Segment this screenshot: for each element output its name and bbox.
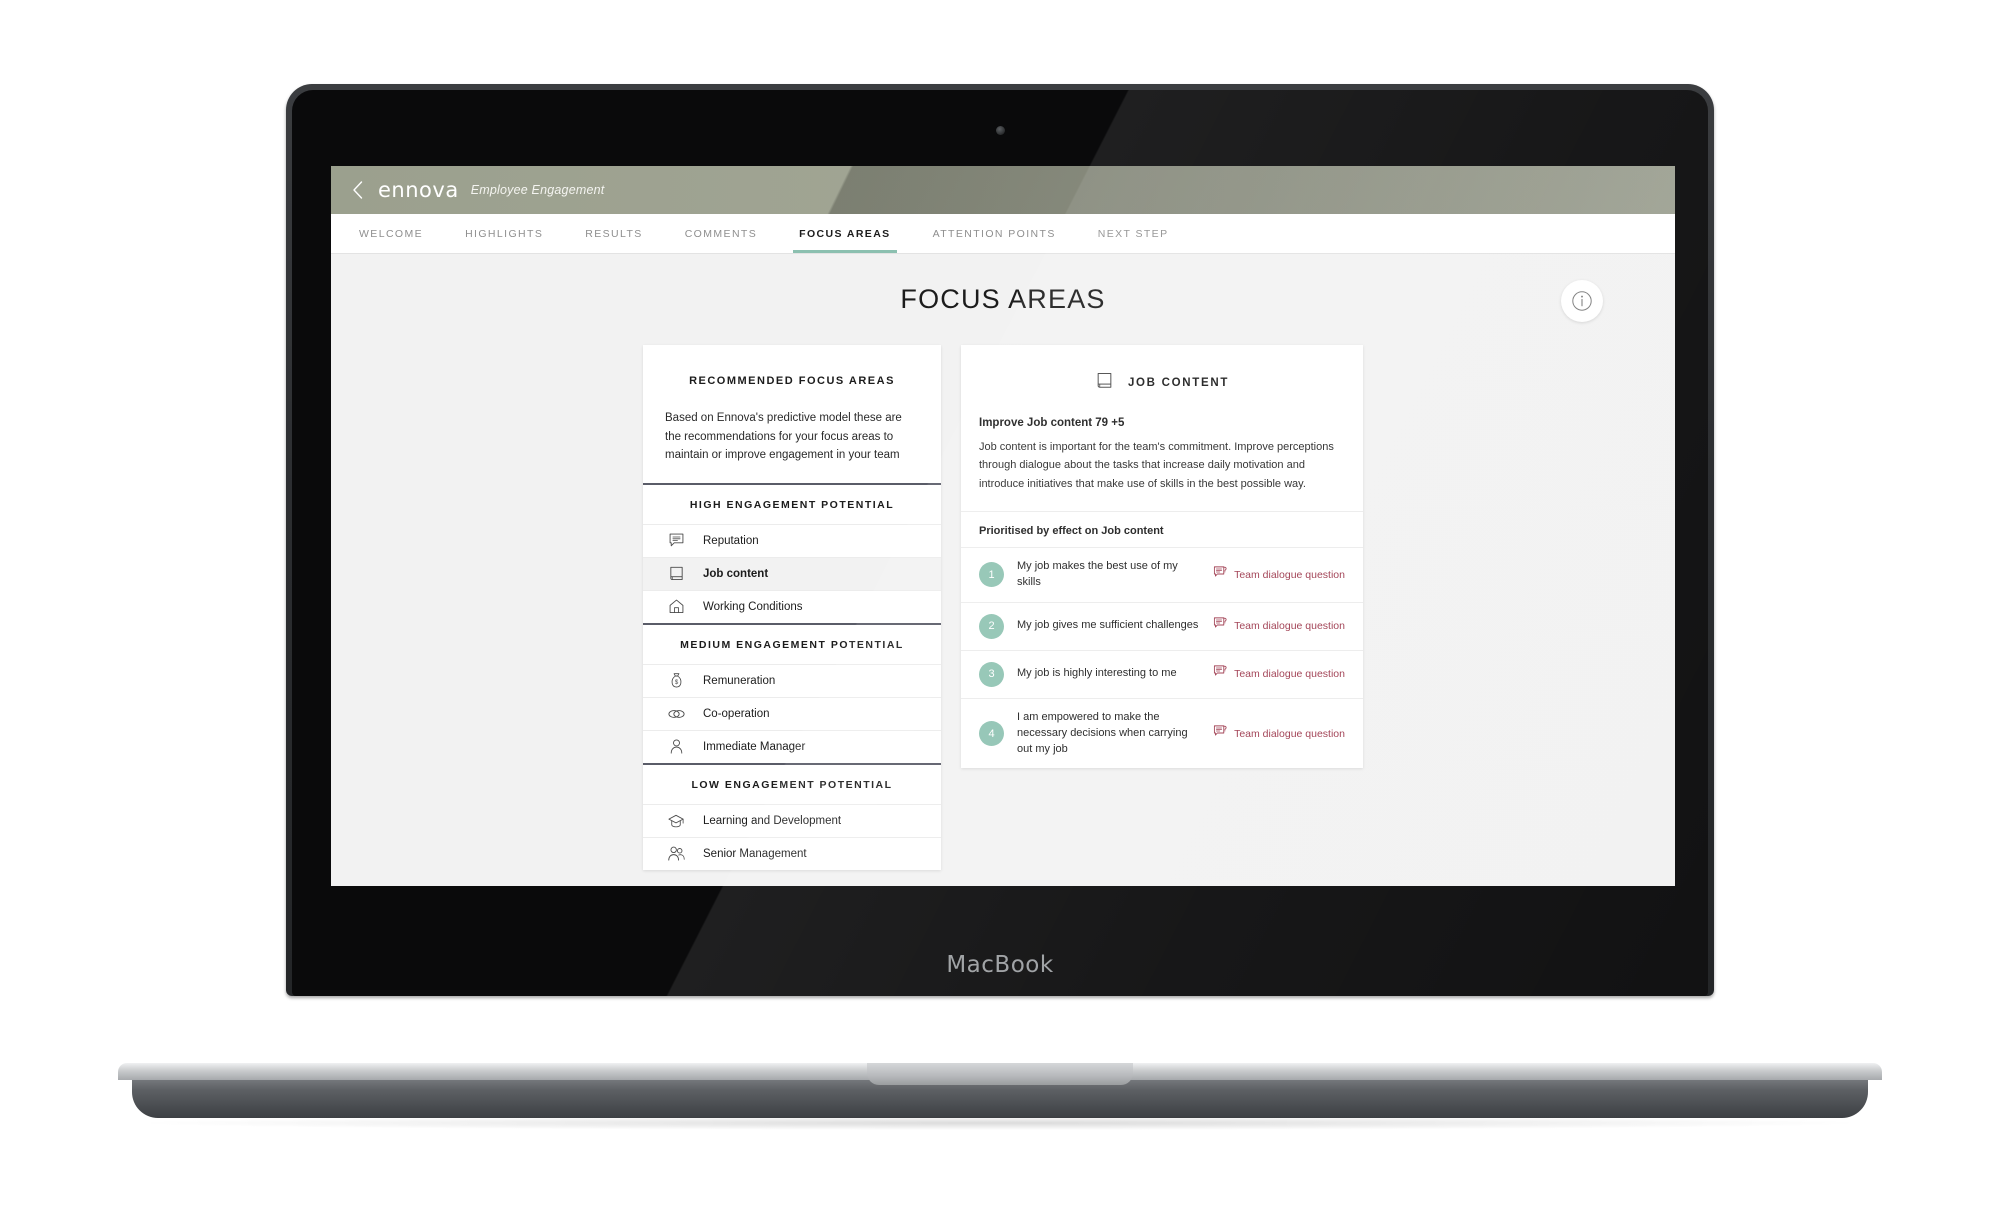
- brand-logo[interactable]: ennova: [378, 178, 459, 202]
- focus-area-working-conditions[interactable]: Working Conditions: [643, 589, 941, 623]
- detail-body: Improve Job content 79 +5 Job content is…: [961, 395, 1363, 511]
- focus-area-remuneration[interactable]: $ Remuneration: [643, 663, 941, 697]
- page-content: FOCUS AREAS RECOMMENDED FOCUS AREAS Base…: [331, 254, 1675, 886]
- detail-header: JOB CONTENT: [961, 345, 1363, 395]
- tab-focus-areas[interactable]: FOCUS AREAS: [793, 214, 898, 253]
- team-dialogue-question-link[interactable]: Team dialogue question: [1213, 616, 1345, 636]
- laptop-base: [118, 1063, 1882, 1121]
- speech-bubble-icon: [663, 530, 689, 552]
- focus-area-immediate-manager[interactable]: Immediate Manager: [643, 729, 941, 763]
- recommended-focus-areas-card: RECOMMENDED FOCUS AREAS Based on Ennova'…: [643, 345, 941, 870]
- app-header: ennova Employee Engagement: [331, 166, 1675, 214]
- question-number-badge: 3: [979, 661, 1004, 687]
- linked-rings-icon: [663, 703, 689, 725]
- main-nav: WELCOME HIGHLIGHTS RESULTS COMMENTS FOCU…: [331, 214, 1675, 254]
- prioritised-heading: Prioritised by effect on Job content: [979, 524, 1164, 537]
- left-panel-heading: RECOMMENDED FOCUS AREAS: [689, 375, 895, 387]
- question-row[interactable]: 4 I am empowered to make the necessary d…: [961, 697, 1363, 769]
- team-dialogue-question-link[interactable]: Team dialogue question: [1213, 724, 1345, 744]
- tab-next-step[interactable]: NEXT STEP: [1098, 214, 1169, 253]
- people-group-icon: [663, 843, 689, 865]
- detail-description: Job content is important for the team's …: [979, 441, 1334, 490]
- info-icon: [1572, 291, 1592, 311]
- focus-area-senior-management[interactable]: Senior Management: [643, 836, 941, 870]
- question-row[interactable]: 3 My job is highly interesting to me Tea…: [961, 649, 1363, 698]
- graduation-cap-icon: [663, 810, 689, 832]
- focus-area-reputation[interactable]: Reputation: [643, 523, 941, 557]
- focus-area-detail-card: JOB CONTENT Improve Job content 79 +5 Jo…: [961, 345, 1363, 769]
- focus-area-job-content[interactable]: Job content: [643, 556, 941, 590]
- chevron-left-icon[interactable]: [346, 179, 368, 201]
- house-icon: [663, 596, 689, 618]
- book-icon: [1095, 371, 1114, 395]
- question-number-badge: 4: [979, 721, 1004, 747]
- question-text: My job makes the best use of my skills: [1017, 559, 1178, 588]
- focus-area-learning-and-development[interactable]: Learning and Development: [643, 803, 941, 837]
- link-label: Team dialogue question: [1234, 727, 1345, 740]
- macbook-wordmark: MacBook: [946, 952, 1054, 978]
- focus-area-label: Immediate Manager: [703, 740, 806, 753]
- brand-subtitle: Employee Engagement: [470, 183, 605, 197]
- link-label: Team dialogue question: [1234, 568, 1345, 581]
- question-text: My job gives me sufficient challenges: [1017, 619, 1199, 632]
- scene: ennova Employee Engagement WELCOME HIGHL…: [0, 0, 2000, 1208]
- focus-area-label: Co-operation: [703, 707, 770, 720]
- group-heading-medium: MEDIUM ENGAGEMENT POTENTIAL: [643, 624, 941, 664]
- laptop-base-notch: [867, 1063, 1133, 1085]
- question-text: I am empowered to make the necessary dec…: [1017, 710, 1188, 755]
- left-panel-description: Based on Ennova's predictive model these…: [665, 412, 902, 462]
- dialogue-question-icon: [1213, 616, 1228, 636]
- link-label: Team dialogue question: [1234, 620, 1345, 633]
- question-number-badge: 2: [979, 613, 1004, 639]
- webcam-icon: [995, 126, 1005, 135]
- info-button[interactable]: [1561, 280, 1603, 322]
- detail-title: JOB CONTENT: [1127, 377, 1230, 389]
- app-viewport: ennova Employee Engagement WELCOME HIGHL…: [331, 166, 1675, 886]
- tab-results[interactable]: RESULTS: [585, 214, 642, 253]
- group-heading-low: LOW ENGAGEMENT POTENTIAL: [643, 764, 941, 804]
- focus-area-label: Reputation: [703, 534, 759, 547]
- tab-comments[interactable]: COMMENTS: [685, 214, 757, 253]
- improve-score-line: Improve Job content 79 +5: [979, 417, 1125, 429]
- dialogue-question-icon: [1213, 664, 1228, 684]
- focus-area-label: Remuneration: [703, 674, 776, 687]
- team-dialogue-question-link[interactable]: Team dialogue question: [1213, 664, 1345, 684]
- content-columns: RECOMMENDED FOCUS AREAS Based on Ennova'…: [331, 315, 1675, 870]
- person-icon: [663, 736, 689, 758]
- focus-area-label: Senior Management: [703, 847, 807, 860]
- book-icon: [663, 563, 689, 585]
- laptop-lid: ennova Employee Engagement WELCOME HIGHL…: [286, 84, 1714, 996]
- question-row[interactable]: 1 My job makes the best use of my skills: [961, 546, 1363, 602]
- question-number-badge: 1: [979, 562, 1004, 588]
- team-dialogue-question-link[interactable]: Team dialogue question: [1213, 565, 1345, 585]
- question-text: My job is highly interesting to me: [1017, 667, 1177, 680]
- laptop-shadow: [150, 1116, 1850, 1130]
- focus-area-co-operation[interactable]: Co-operation: [643, 696, 941, 730]
- tab-welcome[interactable]: WELCOME: [359, 214, 423, 253]
- link-label: Team dialogue question: [1234, 668, 1345, 681]
- laptop-screen-bezel: ennova Employee Engagement WELCOME HIGHL…: [292, 90, 1708, 996]
- dialogue-question-icon: [1213, 565, 1228, 585]
- focus-area-label: Learning and Development: [703, 814, 842, 827]
- question-row[interactable]: 2 My job gives me sufficient challenges: [961, 601, 1363, 650]
- focus-area-label: Job content: [703, 567, 769, 580]
- tab-attention-points[interactable]: ATTENTION POINTS: [933, 214, 1056, 253]
- group-heading-high: HIGH ENGAGEMENT POTENTIAL: [643, 484, 941, 524]
- svg-text:$: $: [674, 680, 678, 686]
- page-title: FOCUS AREAS: [900, 284, 1106, 314]
- tab-highlights[interactable]: HIGHLIGHTS: [465, 214, 543, 253]
- focus-area-label: Working Conditions: [703, 600, 803, 613]
- money-bag-icon: $: [663, 670, 689, 692]
- dialogue-question-icon: [1213, 724, 1228, 744]
